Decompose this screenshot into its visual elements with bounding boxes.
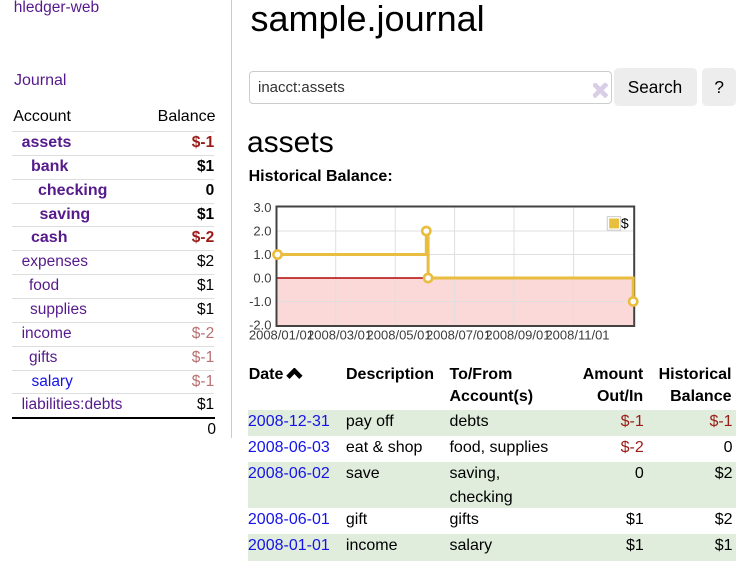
svg-text:2008/07/01: 2008/07/01 <box>426 328 491 342</box>
svg-text:1.0: 1.0 <box>253 247 271 262</box>
svg-text:3.0: 3.0 <box>253 200 271 215</box>
svg-text:2.0: 2.0 <box>253 224 271 239</box>
svg-text:2008/05/01: 2008/05/01 <box>367 328 432 342</box>
svg-text:2008/01/01: 2008/01/01 <box>249 328 314 342</box>
svg-text:2008/11/01: 2008/11/01 <box>545 328 609 342</box>
svg-text:0.0: 0.0 <box>253 271 271 286</box>
svg-text:2008/09/01: 2008/09/01 <box>485 328 550 342</box>
svg-text:$: $ <box>621 215 629 231</box>
svg-text:2008/03/01: 2008/03/01 <box>307 328 372 342</box>
svg-text:-1.0: -1.0 <box>249 294 271 309</box>
